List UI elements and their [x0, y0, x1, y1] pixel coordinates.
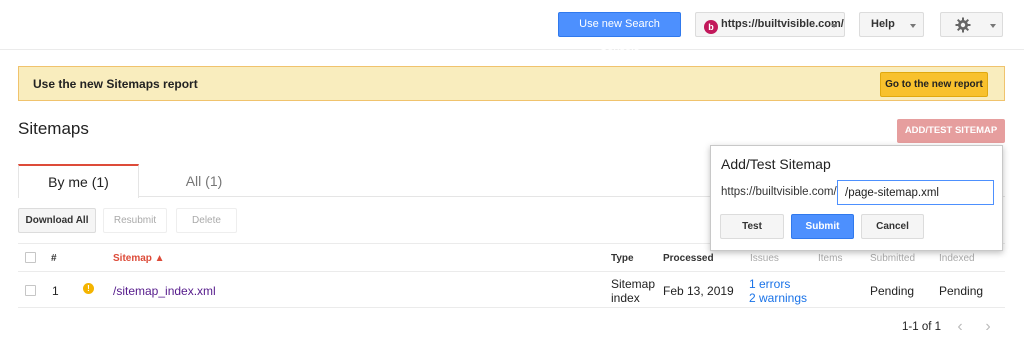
new-report-banner: Use the new Sitemaps report Go to the ne…: [18, 66, 1005, 101]
settings-button[interactable]: [940, 12, 1003, 37]
resubmit-button[interactable]: Resubmit: [103, 208, 167, 233]
submit-button[interactable]: Submit: [791, 214, 854, 239]
table-row: 1 ! /sitemap_index.xml Sitemap index Feb…: [18, 272, 1005, 308]
add-test-sitemap-button[interactable]: ADD/TEST SITEMAP: [897, 119, 1005, 143]
chevron-down-icon: [831, 24, 837, 28]
row-checkbox[interactable]: [25, 285, 36, 296]
type-line-1: Sitemap: [611, 277, 656, 291]
column-submitted[interactable]: Submitted: [870, 253, 915, 264]
column-items[interactable]: Items: [818, 253, 842, 264]
warning-icon: !: [83, 283, 94, 294]
column-processed[interactable]: Processed: [663, 253, 714, 264]
type-line-2: index: [611, 291, 640, 305]
use-new-search-console-button[interactable]: Use new Search Console: [558, 12, 681, 53]
submitted-value: Pending: [870, 284, 915, 298]
tab-by-me[interactable]: By me (1): [18, 164, 139, 198]
indexed-value: Pending: [939, 284, 984, 298]
column-num: #: [51, 253, 57, 264]
row-number: 1: [52, 284, 59, 298]
dialog-title: Add/Test Sitemap: [721, 156, 831, 172]
search-console-sitemaps-page: Use new Search Console b https://builtvis…: [0, 0, 1024, 354]
download-all-button[interactable]: Download All: [18, 208, 96, 233]
help-button[interactable]: Help: [859, 12, 924, 37]
site-favicon-icon: b: [704, 20, 718, 34]
warnings-link[interactable]: 2 warnings: [749, 291, 807, 305]
page-title: Sitemaps: [18, 119, 89, 138]
site-url: https://builtvisible.com/: [721, 18, 844, 30]
banner-text: Use the new Sitemaps report: [33, 77, 198, 91]
column-indexed[interactable]: Indexed: [939, 253, 975, 264]
help-label: Help: [871, 18, 895, 30]
select-all-checkbox[interactable]: [25, 252, 36, 263]
sitemap-link[interactable]: /sitemap_index.xml: [113, 284, 216, 298]
test-button[interactable]: Test: [720, 214, 784, 239]
processed-date: Feb 13, 2019: [663, 284, 734, 298]
column-issues[interactable]: Issues: [750, 253, 779, 264]
url-prefix: https://builtvisible.com/: [721, 186, 837, 198]
prev-page-button[interactable]: ‹: [949, 316, 971, 340]
column-type[interactable]: Type: [611, 253, 634, 264]
go-to-new-report-button[interactable]: Go to the new report: [880, 72, 988, 97]
chevron-down-icon: [990, 24, 996, 28]
delete-button[interactable]: Delete: [176, 208, 237, 233]
chevron-down-icon: [910, 24, 916, 28]
gear-icon: [955, 17, 971, 33]
pagination-text: 1-1 of 1: [902, 321, 941, 333]
site-selector[interactable]: b https://builtvisible.com/: [695, 12, 845, 37]
next-page-button[interactable]: ›: [977, 316, 999, 340]
sitemap-path-input[interactable]: [837, 180, 994, 205]
top-bar: Use new Search Console b https://builtvis…: [0, 0, 1024, 53]
cancel-button[interactable]: Cancel: [861, 214, 924, 239]
tab-all[interactable]: All (1): [139, 164, 269, 197]
errors-link[interactable]: 1 errors: [749, 277, 790, 291]
column-sitemap[interactable]: Sitemap ▲: [113, 253, 165, 264]
add-test-sitemap-dialog: Add/Test Sitemap https://builtvisible.co…: [710, 145, 1003, 251]
